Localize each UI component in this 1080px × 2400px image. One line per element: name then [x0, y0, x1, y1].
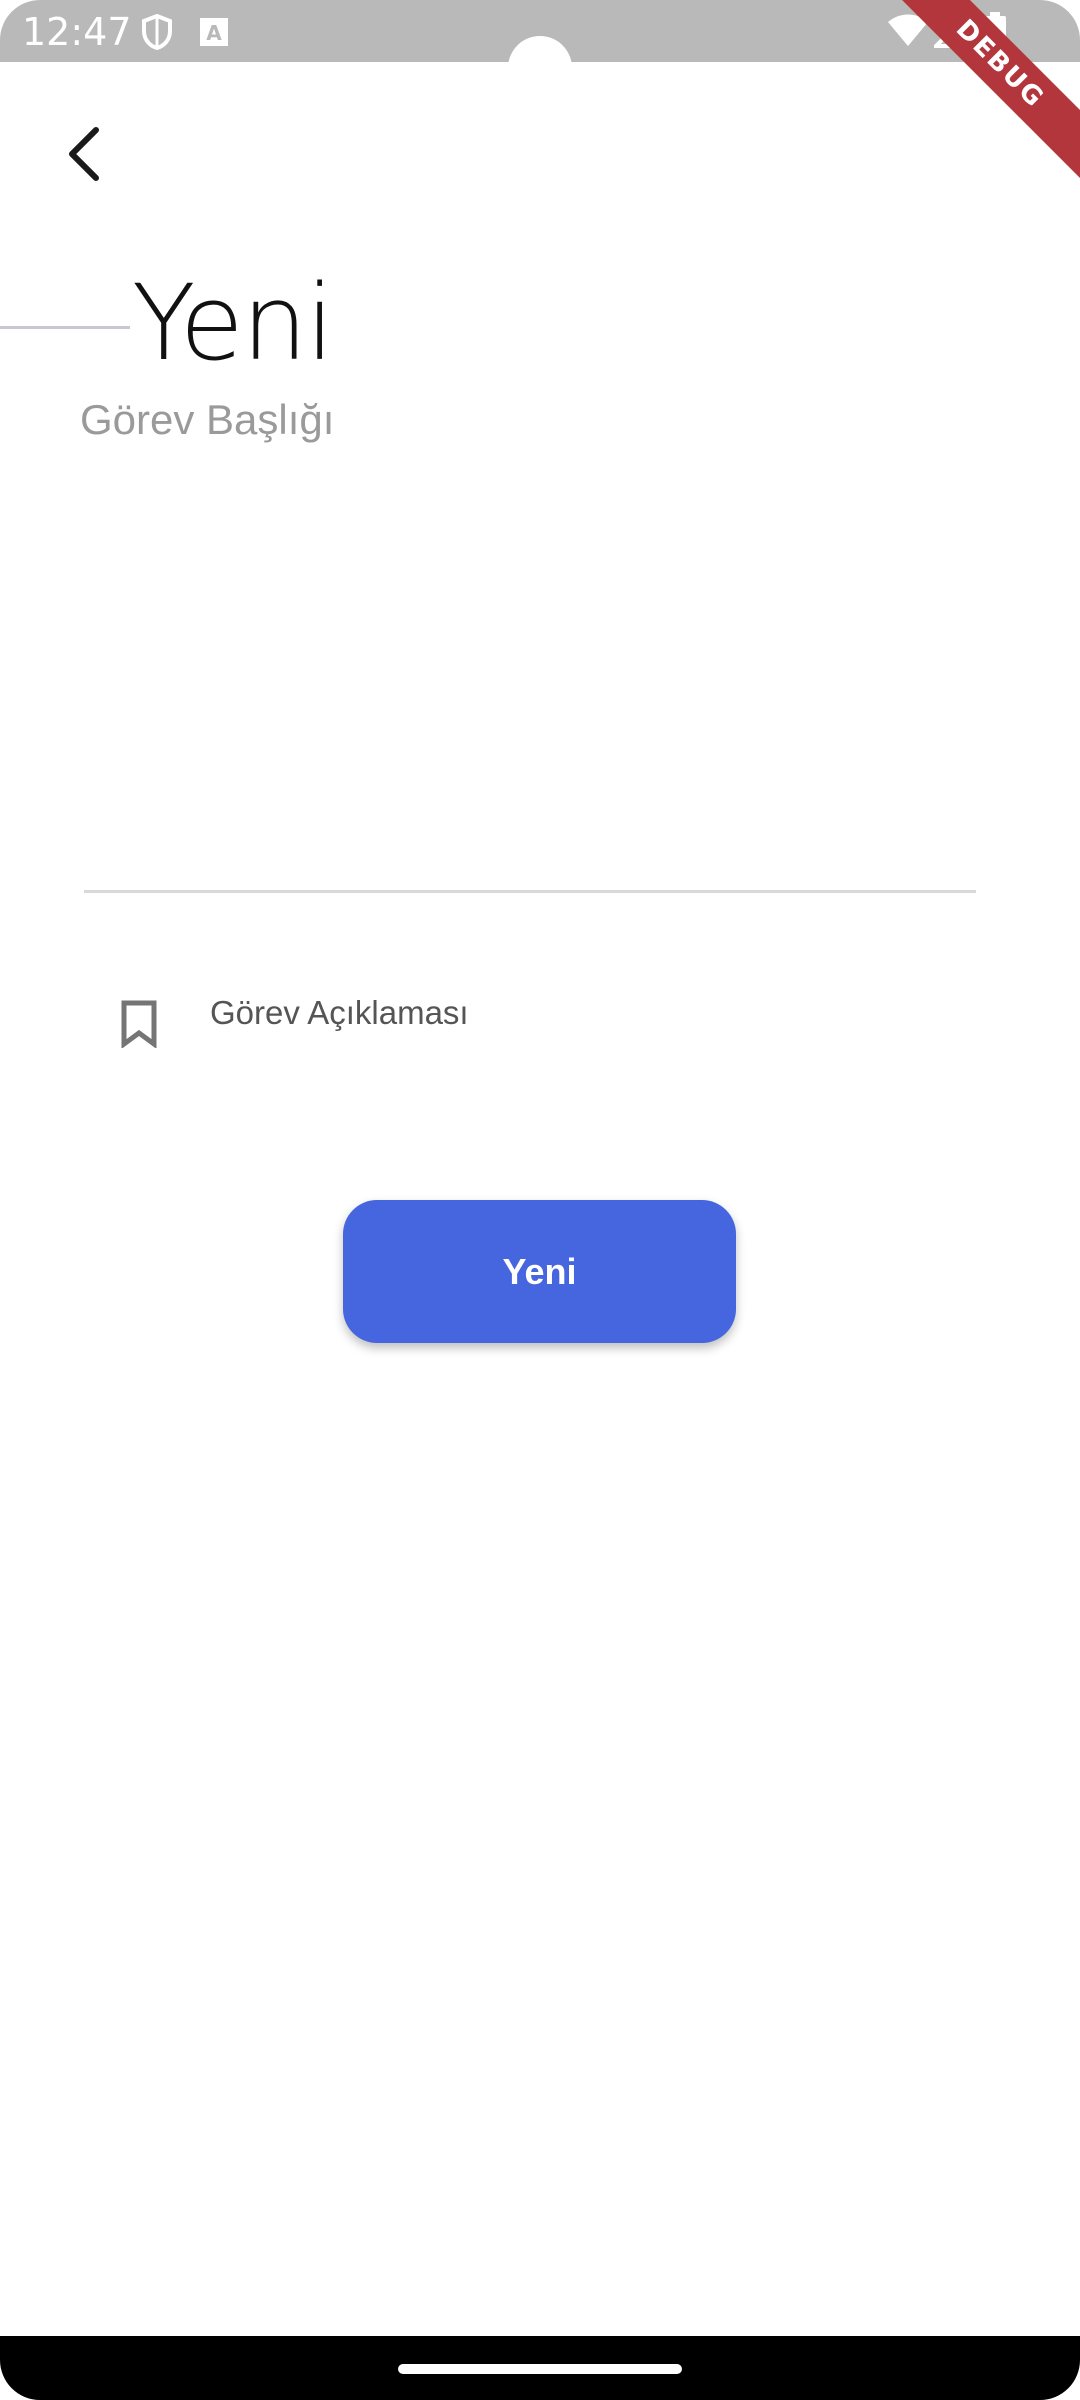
- system-nav-bar: [0, 2336, 1080, 2400]
- shield-icon: [140, 13, 174, 55]
- chevron-left-icon: [69, 127, 99, 181]
- task-title-input[interactable]: [84, 460, 976, 893]
- camera-cutout: [508, 36, 572, 100]
- title-decoration-line: [0, 326, 130, 329]
- status-time: 12:47: [22, 10, 132, 54]
- bookmark-icon: [120, 1000, 158, 1053]
- svg-text:A: A: [206, 21, 222, 45]
- add-task-button[interactable]: Yeni: [343, 1200, 736, 1343]
- task-title-label: Görev Başlığı: [80, 396, 335, 443]
- app-screen: 12:47 A DEBUG Yeni Görev Başlığı Görev A…: [0, 0, 1080, 2400]
- task-description-field[interactable]: Görev Açıklaması: [120, 990, 1000, 1060]
- task-description-label: Görev Açıklaması: [210, 994, 469, 1031]
- home-indicator[interactable]: [398, 2364, 682, 2374]
- keyboard-a-icon: A: [200, 18, 228, 51]
- back-button[interactable]: [48, 118, 120, 190]
- page-title: Yeni: [132, 262, 335, 384]
